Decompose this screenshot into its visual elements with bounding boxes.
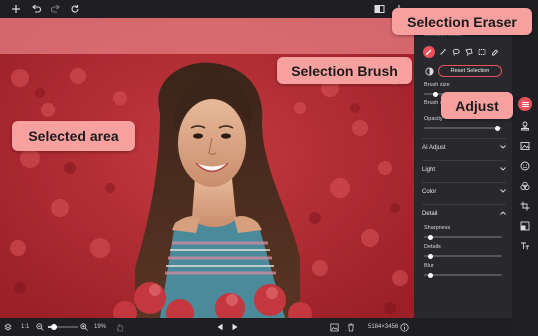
callout-adjust: Adjust [441, 92, 513, 119]
ratio-button[interactable]: 1:1 [21, 318, 29, 336]
reset-selection-button[interactable]: Reset Selection [438, 65, 502, 77]
opacity-slider[interactable] [424, 125, 502, 131]
chevron-down-icon [500, 189, 506, 195]
effects-icon[interactable] [519, 180, 531, 192]
callout-selection-eraser: Selection Eraser [392, 8, 532, 35]
divider [422, 182, 506, 183]
undo-icon[interactable] [29, 2, 43, 16]
refresh-icon[interactable] [68, 2, 82, 16]
frame-icon[interactable] [519, 220, 531, 232]
stamp-icon[interactable] [519, 120, 531, 132]
chevron-up-icon [500, 211, 506, 217]
chevron-down-icon [500, 167, 506, 173]
brush-size-knob[interactable] [432, 91, 438, 97]
callout-selection-brush: Selection Brush [277, 57, 412, 84]
brush-size-label: Brush size [424, 82, 450, 88]
trash-icon[interactable] [347, 318, 355, 336]
zoom-slider[interactable] [48, 318, 78, 336]
opacity-label: Opacity [424, 116, 443, 122]
hand-icon[interactable] [116, 318, 124, 336]
details-label: Details [424, 244, 441, 250]
details-slider[interactable] [424, 253, 502, 259]
zoom-value: 19% [94, 324, 107, 330]
callout-selected-area: Selected area [12, 121, 135, 151]
next-icon[interactable] [231, 318, 239, 336]
zoom-knob[interactable] [50, 324, 57, 330]
image-icon[interactable] [519, 140, 531, 152]
zoom-out-icon[interactable] [36, 318, 44, 336]
redo-icon[interactable] [49, 2, 63, 16]
bottom-bar: 1:1 19% 5184×3456 [0, 318, 512, 336]
opacity-knob[interactable] [494, 125, 500, 131]
sharpness-label: Sharpness [424, 225, 451, 231]
light-label: Light [422, 167, 436, 173]
divider [422, 160, 506, 161]
rectangle-select-icon[interactable] [477, 47, 487, 57]
plus-icon[interactable] [9, 2, 23, 16]
face-icon[interactable] [519, 160, 531, 172]
sharpness-knob[interactable] [427, 234, 433, 240]
detail-label: Detail [422, 211, 438, 217]
selection-eraser-button[interactable] [490, 47, 500, 57]
blur-slider[interactable] [424, 272, 502, 278]
light-section[interactable]: Light [422, 167, 506, 173]
compare-icon[interactable] [372, 2, 386, 16]
tool-rail [512, 18, 538, 336]
zoom-in-icon[interactable] [80, 318, 88, 336]
details-knob[interactable] [427, 253, 433, 259]
divider [422, 204, 506, 205]
info-icon[interactable] [400, 318, 409, 336]
magic-wand-icon[interactable] [438, 47, 448, 57]
selection-brush-button[interactable] [423, 46, 435, 58]
adjust-button[interactable] [518, 97, 532, 111]
divider [422, 138, 506, 139]
crop-icon[interactable] [519, 200, 531, 212]
image-dimensions: 5184×3456 [368, 324, 399, 330]
color-section[interactable]: Color [422, 189, 506, 195]
ai-adjust-section[interactable]: AI Adjust [422, 145, 506, 151]
blur-label: Blur [424, 263, 434, 269]
ai-adjust-label: AI Adjust [422, 145, 446, 151]
color-label: Color [422, 189, 437, 195]
gallery-icon[interactable] [330, 318, 339, 336]
sharpness-slider[interactable] [424, 234, 502, 240]
text-icon[interactable] [519, 240, 531, 252]
invert-selection-icon[interactable] [424, 66, 434, 76]
detail-section[interactable]: Detail [422, 211, 506, 217]
layers-icon[interactable] [4, 318, 12, 336]
chevron-down-icon [500, 145, 506, 151]
polygon-lasso-icon[interactable] [464, 47, 474, 57]
blur-knob[interactable] [427, 272, 433, 278]
previous-icon[interactable] [216, 318, 224, 336]
adjust-panel: Selection Mode Reset Selection Brush siz… [414, 18, 512, 318]
lasso-icon[interactable] [451, 47, 461, 57]
